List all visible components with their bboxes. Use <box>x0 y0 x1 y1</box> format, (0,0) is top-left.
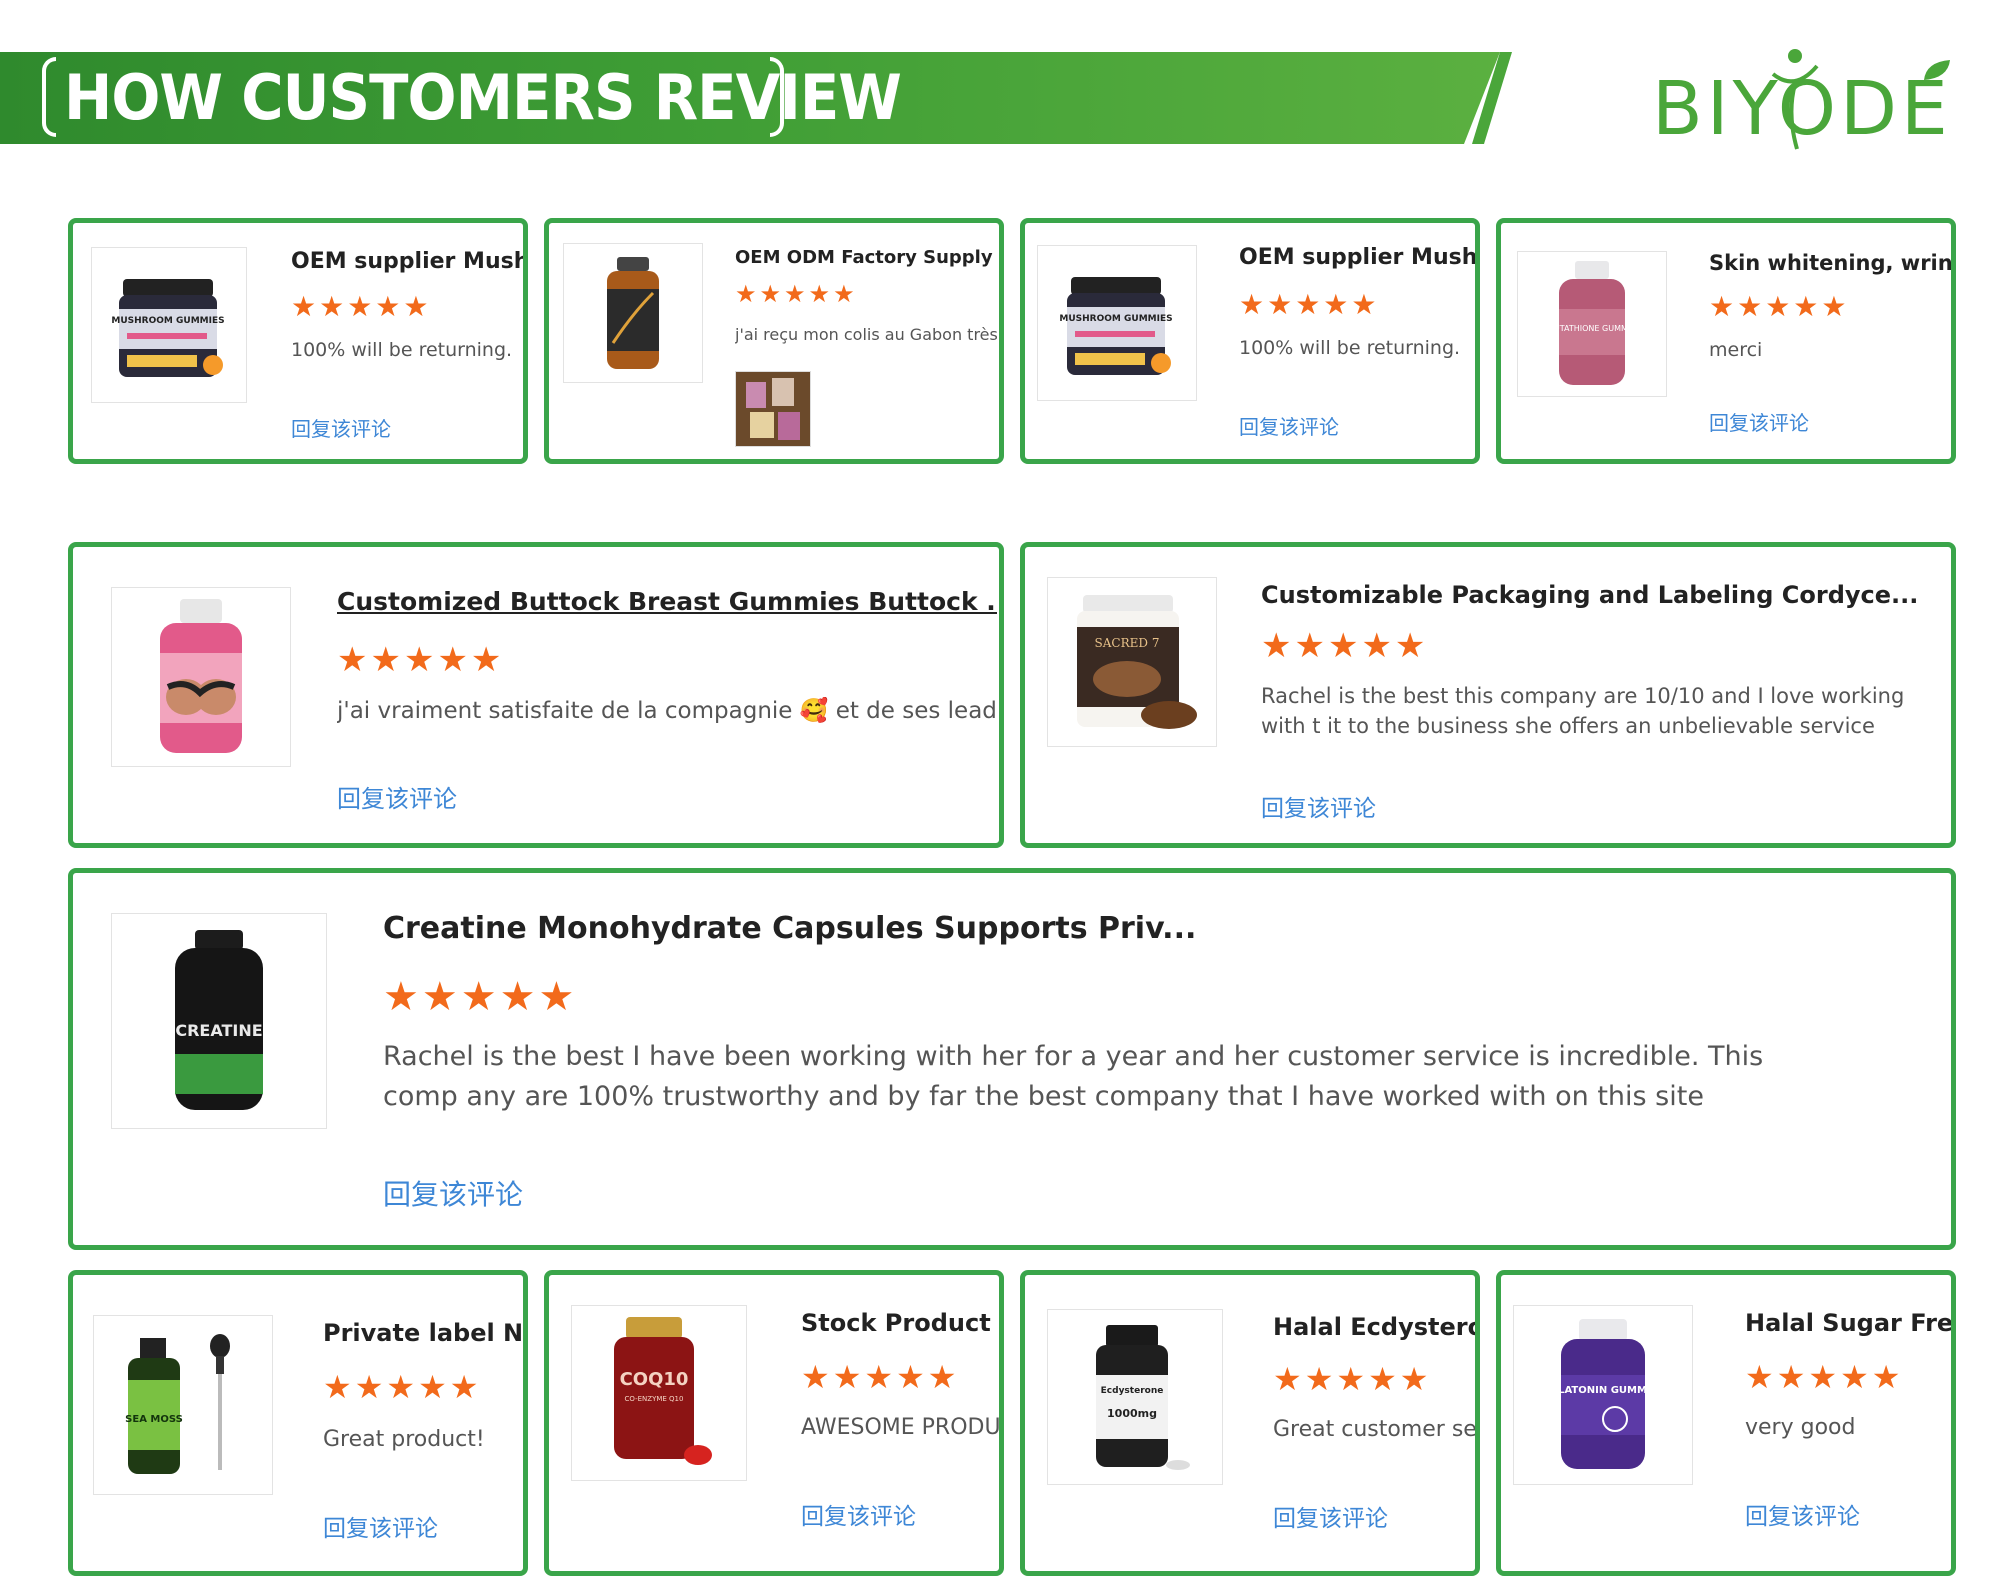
product-thumbnail[interactable]: GLUTATHIONE GUMMIES <box>1517 251 1667 397</box>
star-rating: ★★★★★ <box>323 1369 482 1405</box>
melatonin-gummies-bottle-icon: MELATONIN GUMMIES <box>1543 1319 1663 1469</box>
review-card: Ecdysterone 1000mg Halal Ecdystero ★★★★★… <box>1020 1270 1480 1576</box>
logo-figure-icon <box>1771 49 1819 150</box>
review-card: COQ10 CO-ENZYME Q10 Stock Product C ★★★★… <box>544 1270 1004 1576</box>
glutathione-gummies-bottle-icon: GLUTATHIONE GUMMIES <box>1547 261 1637 385</box>
page-title: HOW CUSTOMERS REVIEW <box>64 61 902 134</box>
title-bracket-left <box>42 57 56 137</box>
product-thumbnail[interactable]: COQ10 CO-ENZYME Q10 <box>571 1305 747 1481</box>
review-text: j'ai vraiment satisfaite de la compagnie… <box>337 698 997 724</box>
review-text: Great customer se <box>1273 1417 1477 1442</box>
coq10-bottle-icon: COQ10 CO-ENZYME Q10 <box>614 1317 712 1465</box>
review-product-title[interactable]: Skin whitening, wrinkle r <box>1709 251 1951 275</box>
review-text: j'ai reçu mon colis au Gabon très s <box>735 325 1004 344</box>
product-thumbnail[interactable]: CREATINE <box>111 913 327 1129</box>
star-rating: ★★★★★ <box>1273 1361 1432 1397</box>
svg-text:SACRED 7: SACRED 7 <box>1095 636 1160 650</box>
star-rating: ★★★★★ <box>1709 291 1850 322</box>
svg-text:MUSHROOM GUMMIES: MUSHROOM GUMMIES <box>111 316 224 326</box>
product-thumbnail[interactable]: MUSHROOM GUMMIES <box>91 247 247 403</box>
svg-text:MELATONIN GUMMIES: MELATONIN GUMMIES <box>1543 1385 1663 1396</box>
gummies-bottle-icon <box>160 599 242 753</box>
review-text: Rachel is the best I have been working w… <box>383 1041 1764 1112</box>
review-text: AWESOME PRODU <box>801 1415 1001 1440</box>
mushroom-powder-tub-icon: SACRED 7 <box>1077 595 1197 729</box>
review-card: GLUTATHIONE GUMMIES Skin whitening, wrin… <box>1496 218 1956 464</box>
review-card: Customized Buttock Breast Gummies Buttoc… <box>68 542 1004 848</box>
star-rating: ★★★★★ <box>291 291 432 322</box>
review-product-title[interactable]: Creatine Monohydrate Capsules Supports P… <box>383 911 1383 946</box>
product-thumbnail[interactable]: MELATONIN GUMMIES <box>1513 1305 1693 1485</box>
mushroom-gummies-jar-icon: MUSHROOM GUMMIES <box>1059 277 1173 375</box>
amber-supplement-bottle-icon <box>607 257 659 369</box>
creatine-bottle-icon: CREATINE <box>175 930 263 1110</box>
review-text: very good <box>1745 1415 1856 1440</box>
reply-link[interactable]: 回复该评论 <box>323 1509 438 1543</box>
review-card: MELATONIN GUMMIES Halal Sugar Free ★★★★★… <box>1496 1270 1956 1576</box>
star-rating: ★★★★★ <box>1239 289 1380 320</box>
review-card: OEM ODM Factory Supply Big ★★★★★ j'ai re… <box>544 218 1004 464</box>
review-attachment-photo[interactable] <box>735 371 811 447</box>
review-text: Great product! <box>323 1427 485 1452</box>
star-rating: ★★★★★ <box>383 975 578 1019</box>
review-card: SEA MOSS Private label Na ★★★★★ Great pr… <box>68 1270 528 1576</box>
reply-link[interactable]: 回复该评论 <box>1273 1499 1388 1533</box>
review-card: MUSHROOM GUMMIES OEM supplier Mushro ★★★… <box>1020 218 1480 464</box>
product-thumbnail[interactable]: SEA MOSS <box>93 1315 273 1495</box>
review-product-title[interactable]: OEM supplier Mushro <box>291 249 523 274</box>
reply-link[interactable]: 回复该评论 <box>1709 407 1809 436</box>
svg-text:CO-ENZYME Q10: CO-ENZYME Q10 <box>625 1395 684 1403</box>
review-text: merci <box>1709 339 1763 361</box>
star-rating: ★★★★★ <box>735 281 858 308</box>
review-card: MUSHROOM GUMMIES OEM supplier Mushro ★★★… <box>68 218 528 464</box>
review-product-title[interactable]: Halal Ecdystero <box>1273 1313 1475 1341</box>
svg-text:Ecdysterone: Ecdysterone <box>1101 1386 1164 1396</box>
review-text: Rachel is the best this company are 10/1… <box>1261 684 1905 738</box>
star-rating: ★★★★★ <box>1745 1359 1904 1395</box>
review-product-title[interactable]: Halal Sugar Free <box>1745 1309 1951 1337</box>
star-rating: ★★★★★ <box>1261 627 1429 665</box>
mushroom-gummies-jar-icon: MUSHROOM GUMMIES <box>111 279 225 377</box>
package-photo-icon <box>736 372 810 446</box>
product-thumbnail[interactable]: Ecdysterone 1000mg <box>1047 1309 1223 1485</box>
brand-logo: BIYODE <box>1652 44 1952 154</box>
reply-link[interactable]: 回复该评论 <box>291 413 391 442</box>
svg-text:MUSHROOM GUMMIES: MUSHROOM GUMMIES <box>1059 314 1172 324</box>
product-thumbnail[interactable]: MUSHROOM GUMMIES <box>1037 245 1197 401</box>
review-product-title[interactable]: Stock Product C <box>801 1309 999 1337</box>
review-card: CREATINE Creatine Monohydrate Capsules S… <box>68 868 1956 1250</box>
ecdysterone-bottle-icon: Ecdysterone 1000mg <box>1096 1325 1190 1470</box>
product-thumbnail[interactable]: SACRED 7 <box>1047 577 1217 747</box>
svg-text:CREATINE: CREATINE <box>175 1021 262 1040</box>
sea-moss-dropper-bottle-icon: SEA MOSS <box>125 1334 230 1474</box>
review-text: 100% will be returning. <box>1239 337 1461 359</box>
leaf-icon <box>1924 60 1950 80</box>
review-product-title[interactable]: Customizable Packaging and Labeling Cord… <box>1261 581 1941 609</box>
reply-link[interactable]: 回复该评论 <box>1261 789 1376 823</box>
svg-text:COQ10: COQ10 <box>620 1369 689 1390</box>
reply-link[interactable]: 回复该评论 <box>1239 411 1339 440</box>
product-thumbnail[interactable] <box>111 587 291 767</box>
star-rating: ★★★★★ <box>337 641 505 679</box>
star-rating: ★★★★★ <box>801 1359 960 1395</box>
review-product-title[interactable]: OEM ODM Factory Supply Big <box>735 247 999 268</box>
review-product-title[interactable]: Private label Na <box>323 1319 523 1347</box>
reply-link[interactable]: 回复该评论 <box>801 1497 916 1531</box>
review-product-title[interactable]: OEM supplier Mushro <box>1239 245 1475 270</box>
reply-link[interactable]: 回复该评论 <box>337 779 457 814</box>
review-product-title[interactable]: Customized Buttock Breast Gummies Buttoc… <box>337 587 997 616</box>
review-text: 100% will be returning. <box>291 339 513 361</box>
svg-text:GLUTATHIONE GUMMIES: GLUTATHIONE GUMMIES <box>1547 324 1637 333</box>
reply-link[interactable]: 回复该评论 <box>1745 1497 1860 1531</box>
svg-text:1000mg: 1000mg <box>1107 1407 1157 1420</box>
review-card: SACRED 7 Customizable Packaging and Labe… <box>1020 542 1956 848</box>
reply-link[interactable]: 回复该评论 <box>383 1173 523 1213</box>
product-thumbnail[interactable] <box>563 243 703 383</box>
svg-text:SEA MOSS: SEA MOSS <box>125 1414 183 1425</box>
